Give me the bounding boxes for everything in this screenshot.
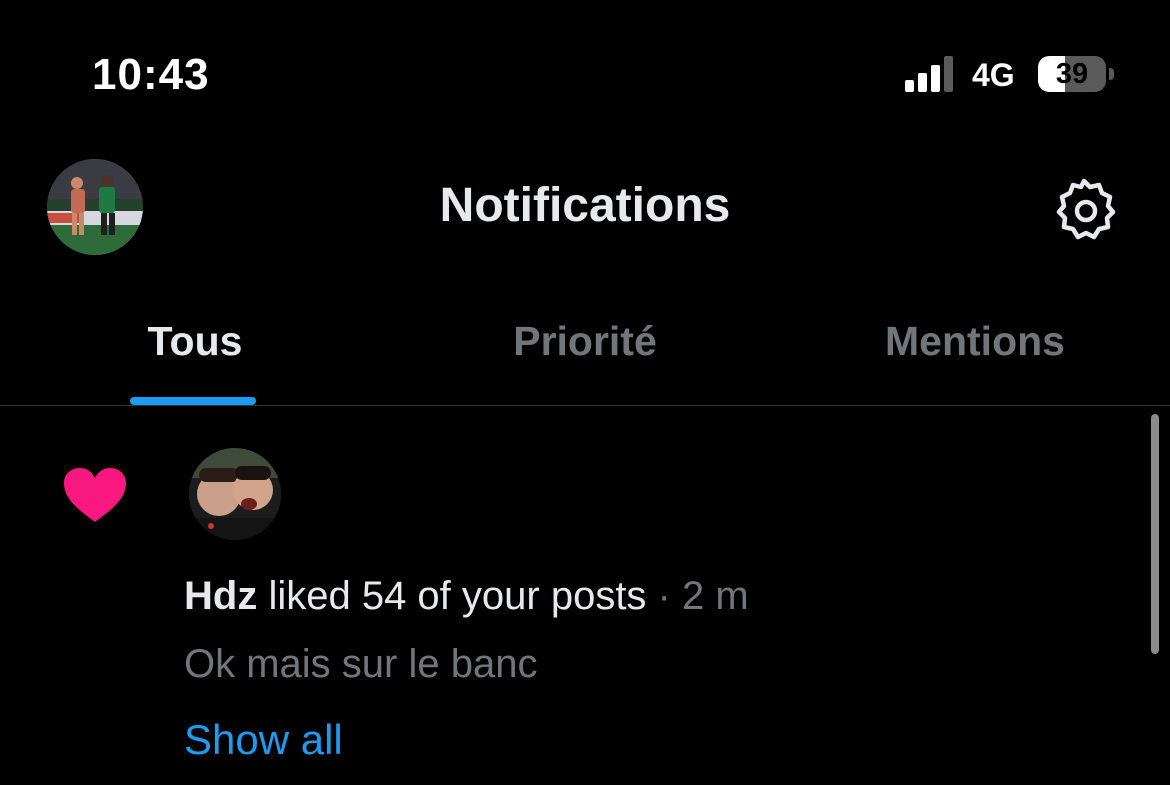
notification-action: liked 54 of your posts xyxy=(257,574,647,618)
tab-label: Mentions xyxy=(885,318,1065,364)
notification-user[interactable]: Hdz xyxy=(184,574,257,618)
network-type: 4G xyxy=(972,57,1015,93)
status-time: 10:43 xyxy=(92,50,210,99)
tab-mentions[interactable]: Mentions xyxy=(780,290,1170,405)
status-bar: 10:43 4G 39 xyxy=(0,0,1170,150)
signal-icon xyxy=(905,56,953,92)
page-title: Notifications xyxy=(439,179,731,232)
notification-time: · 2 m xyxy=(646,574,749,618)
battery-level: 39 xyxy=(1055,58,1089,90)
tab-label: Priorité xyxy=(513,318,657,364)
notification-item[interactable]: Hdz liked 54 of your posts · 2 m Ok mais… xyxy=(0,406,1170,785)
actor-avatar[interactable] xyxy=(189,448,281,540)
scrollbar[interactable] xyxy=(1151,414,1159,654)
battery-icon: 39 xyxy=(1038,56,1116,94)
tab-priorite[interactable]: Priorité xyxy=(390,290,780,405)
tab-tous[interactable]: Tous xyxy=(0,290,390,405)
notification-snippet: Ok mais sur le banc xyxy=(184,642,538,686)
heart-icon xyxy=(64,468,126,522)
tab-label: Tous xyxy=(147,318,243,364)
show-all-link[interactable]: Show all xyxy=(184,716,343,764)
tab-bar: Tous Priorité Mentions xyxy=(0,290,1170,406)
header: Notifications xyxy=(0,150,1170,270)
active-tab-indicator xyxy=(130,397,256,405)
actor-avatar-image xyxy=(189,448,281,540)
gear-icon[interactable] xyxy=(1050,175,1118,243)
notification-text: Hdz liked 54 of your posts · 2 m xyxy=(184,574,749,619)
